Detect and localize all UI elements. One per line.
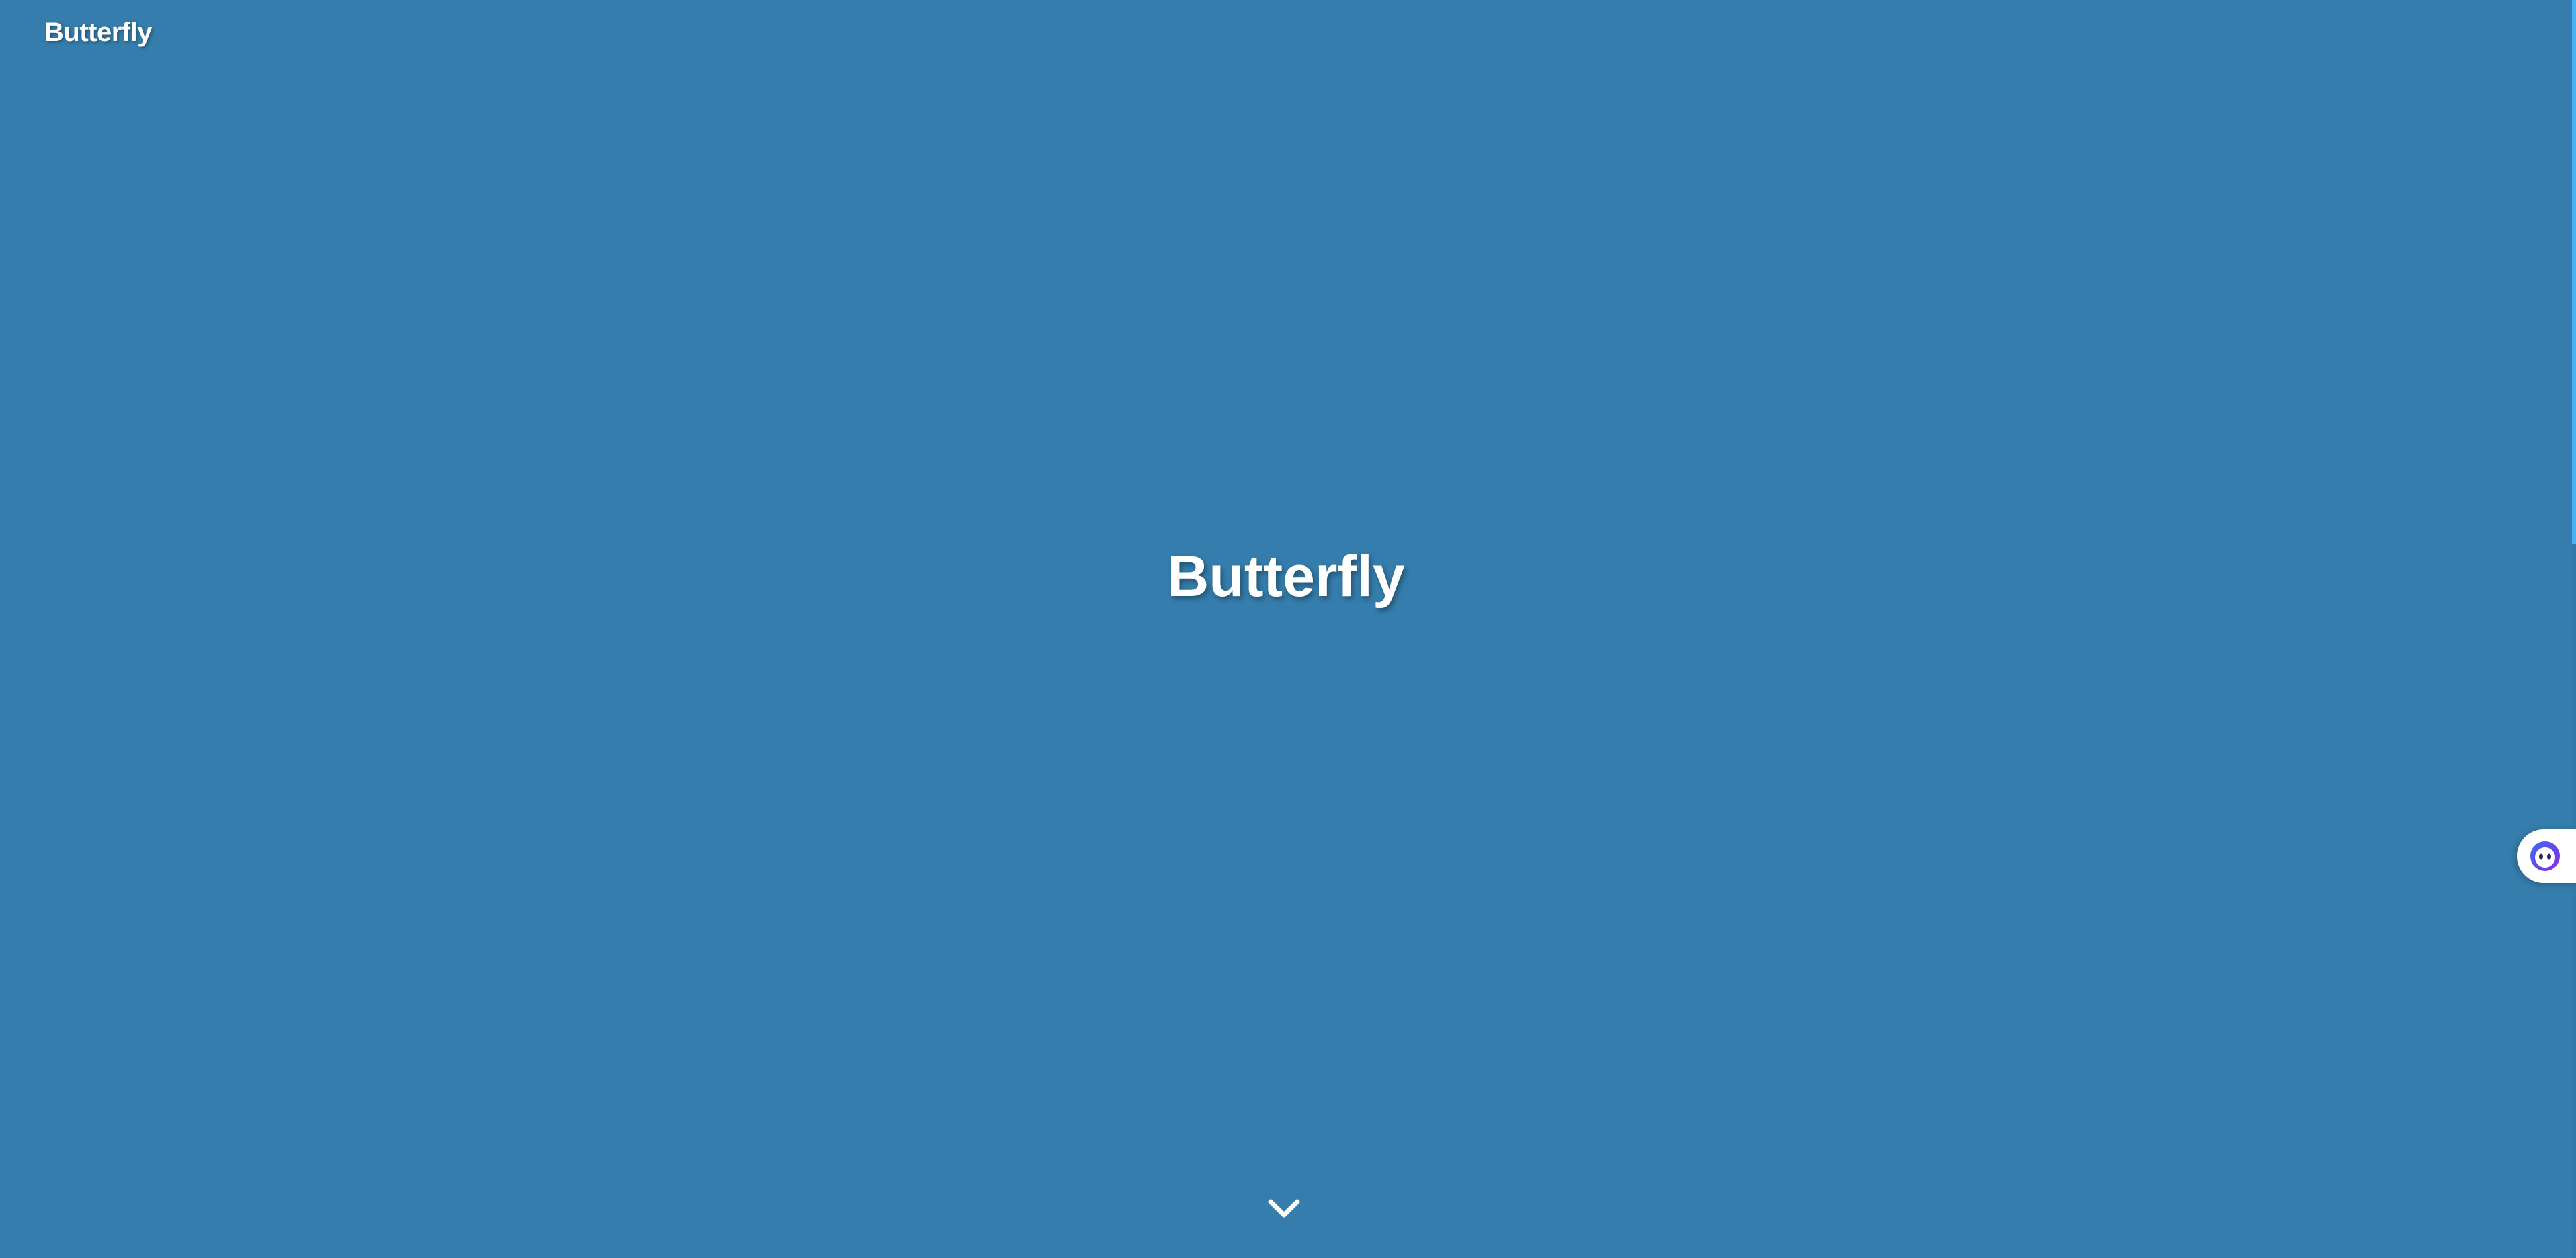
scrollbar-track[interactable] (2572, 0, 2576, 1258)
scrollbar-thumb[interactable] (2572, 0, 2576, 544)
chevron-down-icon (1268, 1199, 1300, 1218)
site-name-link[interactable]: Butterfly (44, 17, 152, 48)
chat-assistant-icon (2530, 841, 2560, 871)
hero-title: Butterfly (1167, 544, 1405, 609)
chat-assistant-button[interactable] (2517, 829, 2576, 883)
scroll-down-button[interactable] (1264, 1193, 1304, 1223)
